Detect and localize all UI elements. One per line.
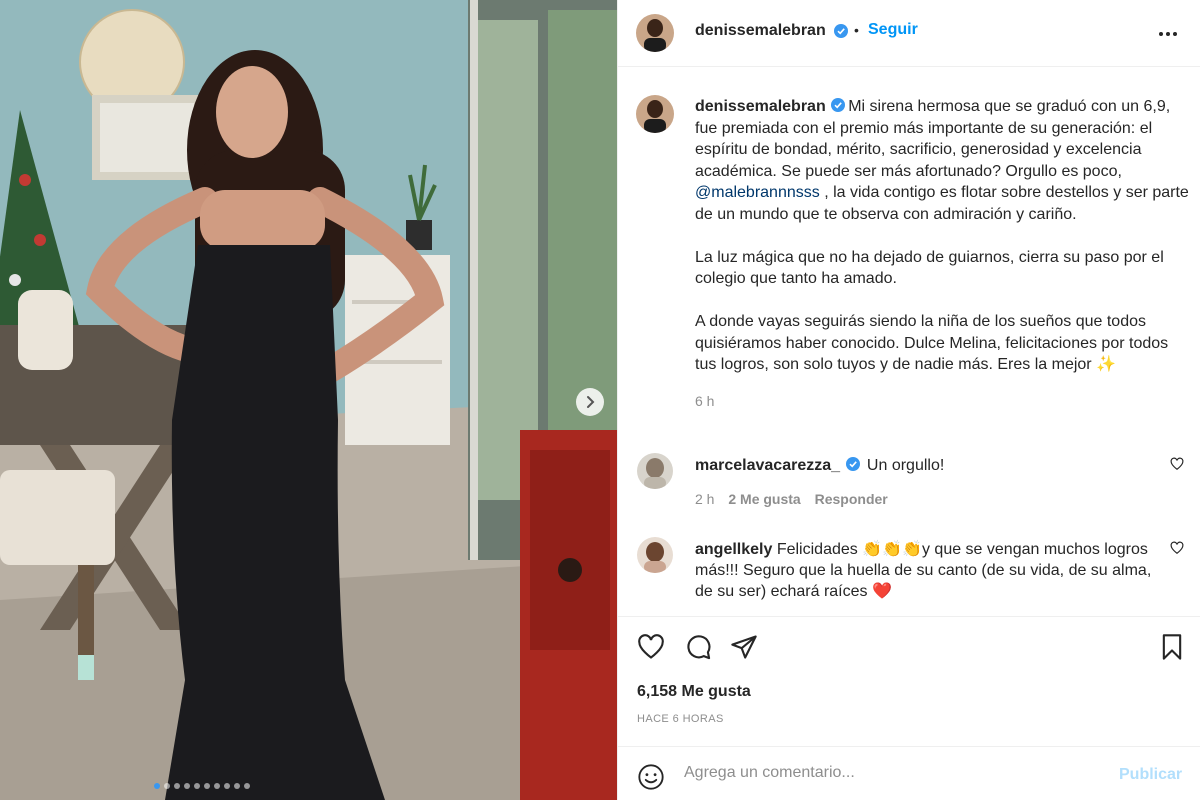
comment-likes[interactable]: 2 Me gusta	[728, 491, 800, 507]
publish-button[interactable]: Publicar	[1119, 766, 1182, 784]
more-options-icon[interactable]	[1158, 24, 1178, 44]
post-timestamp[interactable]: HACE 6 HORAS	[637, 713, 724, 725]
carousel-dot	[204, 783, 210, 789]
clap-emojis: 👏👏👏	[862, 541, 922, 558]
reply-button[interactable]: Responder	[815, 491, 888, 507]
comment-icon[interactable]	[684, 633, 712, 661]
comment-text: marcelavacarezza_ Un orgullo!	[695, 455, 1165, 476]
carousel-dot	[224, 783, 230, 789]
carousel-dot	[234, 783, 240, 789]
commenter-username[interactable]: marcelavacarezza_	[695, 457, 840, 474]
commenter-avatar[interactable]	[637, 453, 673, 489]
commenter-avatar[interactable]	[637, 537, 673, 573]
author-avatar[interactable]	[636, 14, 674, 52]
caption-paragraph: La luz mágica que no ha dejado de guiarn…	[695, 248, 1164, 288]
comment-body: Felicidades	[776, 541, 863, 558]
comment-body: Un orgullo!	[866, 457, 945, 474]
heart-icon[interactable]	[1170, 541, 1184, 555]
caption-paragraph: A donde vayas seguirás siendo la niña de…	[695, 313, 1169, 373]
caption-timestamp[interactable]: 6 h	[695, 391, 1190, 413]
carousel-dot	[244, 783, 250, 789]
emoji-icon[interactable]	[637, 763, 665, 791]
carousel-dot	[154, 783, 160, 789]
comment-text: angellkely Felicidades 👏👏👏y que se venga…	[695, 539, 1165, 602]
carousel-dot	[194, 783, 200, 789]
carousel-dot	[214, 783, 220, 789]
caption-avatar[interactable]	[636, 95, 674, 133]
comment-input[interactable]	[684, 761, 1104, 785]
post-panel: denissemalebran • Seguir denissemalebran…	[617, 0, 1200, 800]
heart-icon[interactable]	[637, 633, 665, 661]
caption-text: denissemalebran Mi sirena hermosa que se…	[695, 96, 1190, 412]
verified-badge-icon	[846, 457, 861, 471]
share-icon[interactable]	[730, 633, 758, 661]
follow-button[interactable]: Seguir	[868, 21, 918, 39]
author-username[interactable]: denissemalebran	[695, 22, 826, 40]
like-count[interactable]: 6,158 Me gusta	[637, 683, 751, 701]
next-arrow-icon	[587, 396, 595, 408]
header-separator: •	[854, 22, 859, 38]
comment-meta: 2 h 2 Me gusta Responder	[695, 491, 888, 507]
carousel-indicator	[154, 783, 250, 789]
caption-mention-link[interactable]: @malebrannnsss	[695, 184, 820, 201]
post-header: denissemalebran • Seguir	[618, 0, 1200, 67]
post-photo[interactable]	[0, 0, 617, 800]
heart-icon[interactable]	[1170, 457, 1184, 471]
verified-badge-icon	[831, 98, 846, 112]
photo-image	[0, 0, 617, 800]
comment-time[interactable]: 2 h	[695, 491, 714, 507]
carousel-dot	[184, 783, 190, 789]
verified-badge-icon	[834, 24, 848, 38]
caption-username[interactable]: denissemalebran	[695, 98, 826, 115]
bookmark-icon[interactable]	[1158, 633, 1186, 661]
commenter-username[interactable]: angellkely	[695, 541, 772, 558]
carousel-dot	[164, 783, 170, 789]
carousel-dot	[174, 783, 180, 789]
add-comment-bar: Publicar	[618, 746, 1200, 800]
next-arrow-button[interactable]	[576, 388, 604, 416]
post-actions: 6,158 Me gusta HACE 6 HORAS	[618, 616, 1200, 746]
